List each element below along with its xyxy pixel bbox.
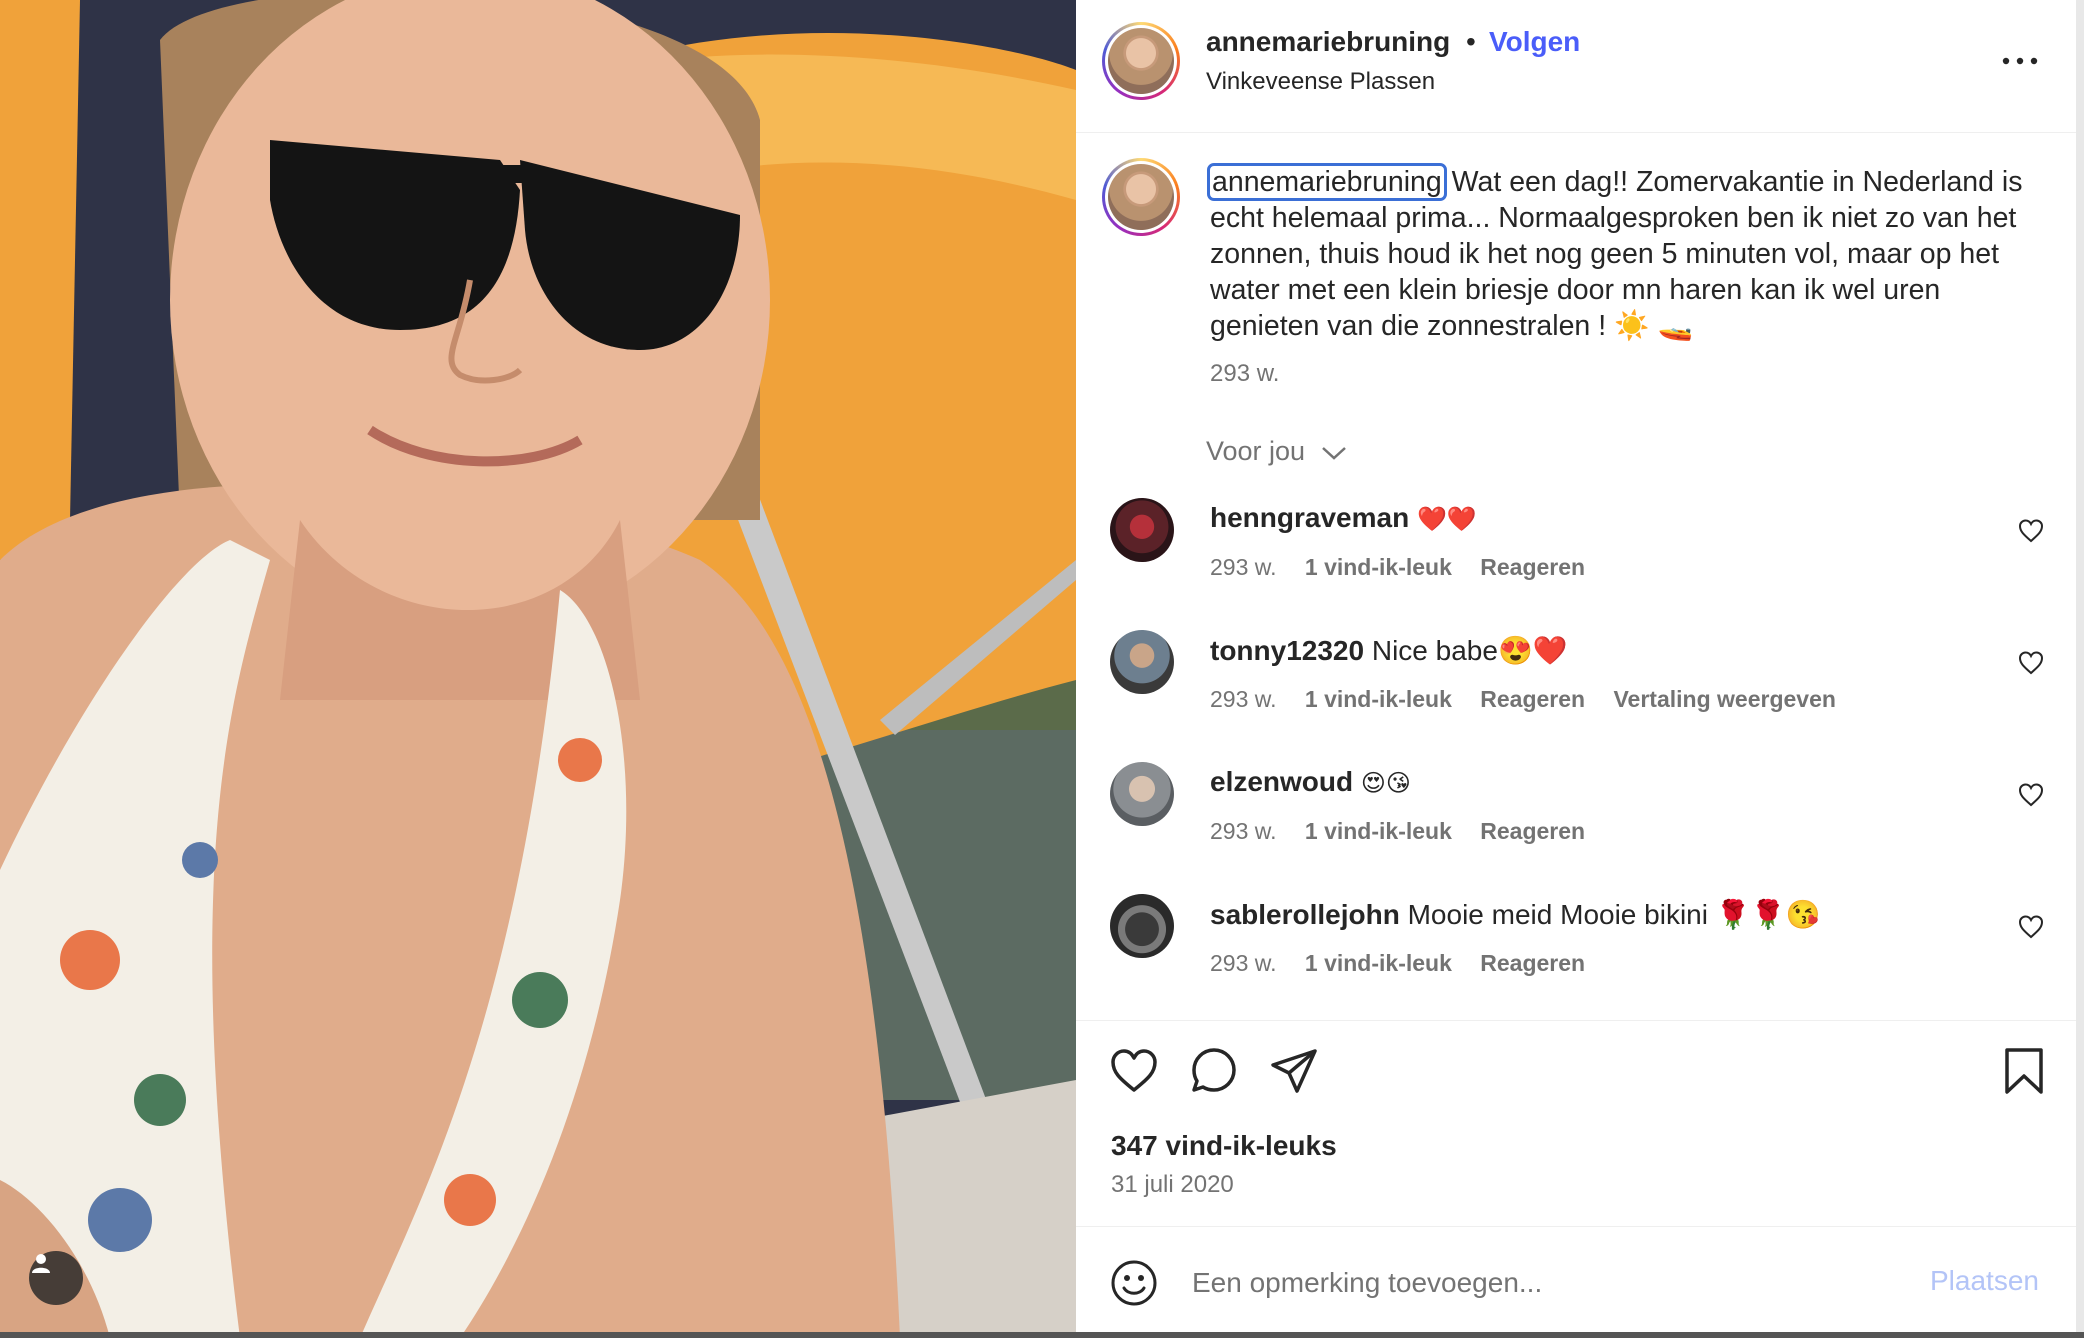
comment-item: tonny12320 Nice babe😍❤️ 293 w. 1 vind-ik… bbox=[1076, 630, 2076, 750]
comment-text: Nice babe😍❤️ bbox=[1371, 635, 1568, 666]
chevron-down-icon bbox=[1321, 446, 1346, 460]
commenter-avatar[interactable] bbox=[1110, 630, 1174, 694]
photo-illustration bbox=[0, 0, 1076, 1338]
comment-item: sablerollejohn Mooie meid Mooie bikini 🌹… bbox=[1076, 894, 2076, 1014]
reply-button[interactable]: Reageren bbox=[1480, 554, 1585, 580]
author-avatar[interactable] bbox=[1102, 22, 1180, 100]
comment-time: 293 w. bbox=[1210, 554, 1277, 580]
heart-icon[interactable] bbox=[1109, 1046, 1159, 1096]
comment-time: 293 w. bbox=[1210, 950, 1277, 976]
window-bottom-edge bbox=[0, 1332, 2084, 1338]
follow-button[interactable]: Volgen bbox=[1489, 26, 1580, 58]
post-location[interactable]: Vinkeveense Plassen bbox=[1206, 68, 1435, 96]
reply-button[interactable]: Reageren bbox=[1480, 950, 1585, 976]
post-comment-button[interactable]: Plaatsen bbox=[1930, 1265, 2039, 1297]
caption-avatar[interactable] bbox=[1102, 158, 1180, 236]
comment-likes[interactable]: 1 vind-ik-leuk bbox=[1305, 950, 1452, 976]
like-count[interactable]: 347 vind-ik-leuks bbox=[1111, 1130, 1337, 1162]
comment-username[interactable]: tonny12320 bbox=[1210, 635, 1364, 666]
sort-dropdown[interactable]: Voor jou bbox=[1206, 436, 1347, 467]
user-tag-button[interactable] bbox=[29, 1251, 83, 1305]
sort-label: Voor jou bbox=[1206, 436, 1306, 466]
heart-icon[interactable] bbox=[2018, 650, 2044, 676]
comment-time: 293 w. bbox=[1210, 818, 1277, 844]
post-photo bbox=[0, 0, 1076, 1338]
header-separator: • bbox=[1466, 26, 1476, 57]
commenter-avatar[interactable] bbox=[1110, 894, 1174, 958]
bookmark-icon[interactable] bbox=[1999, 1046, 2049, 1096]
comment-text-line: henngraveman ❤️❤️ bbox=[1210, 502, 1477, 534]
comments-section: annemariebruning Wat een dag!! Zomervaka… bbox=[1076, 132, 2076, 1020]
comment-time: 293 w. bbox=[1210, 686, 1277, 712]
translate-button[interactable]: Vertaling weergeven bbox=[1613, 686, 1835, 712]
heart-icon[interactable] bbox=[2018, 518, 2044, 544]
comment-text: 😍😘 bbox=[1360, 769, 1411, 797]
heart-icon[interactable] bbox=[2018, 914, 2044, 940]
window-edge bbox=[2076, 0, 2084, 1338]
comment-item: elzenwoud 😍😘 293 w. 1 vind-ik-leuk Reage… bbox=[1076, 762, 2076, 882]
comment-text: Mooie meid Mooie bikini 🌹🌹😘 bbox=[1407, 899, 1821, 930]
comment-meta: 293 w. 1 vind-ik-leuk Reageren bbox=[1210, 818, 1607, 845]
more-horizontal-icon[interactable] bbox=[2000, 44, 2040, 74]
caption-username[interactable]: annemariebruning bbox=[1207, 163, 1447, 201]
commenter-avatar[interactable] bbox=[1110, 762, 1174, 826]
comment-meta: 293 w. 1 vind-ik-leuk Reageren Vertaling… bbox=[1210, 686, 1858, 713]
comment-meta: 293 w. 1 vind-ik-leuk Reageren bbox=[1210, 950, 1607, 977]
comment-likes[interactable]: 1 vind-ik-leuk bbox=[1305, 686, 1452, 712]
heart-icon[interactable] bbox=[2018, 782, 2044, 808]
comment-text-line: tonny12320 Nice babe😍❤️ bbox=[1210, 634, 1568, 667]
comment-likes[interactable]: 1 vind-ik-leuk bbox=[1305, 554, 1452, 580]
comment-username[interactable]: elzenwoud bbox=[1210, 766, 1353, 797]
user-icon bbox=[32, 1254, 50, 1273]
comment-meta: 293 w. 1 vind-ik-leuk Reageren bbox=[1210, 554, 1607, 581]
add-comment-bar: Plaatsen bbox=[1076, 1226, 2076, 1333]
caption-timestamp: 293 w. bbox=[1210, 360, 1280, 387]
comment-likes[interactable]: 1 vind-ik-leuk bbox=[1305, 818, 1452, 844]
comment-text-line: sablerollejohn Mooie meid Mooie bikini 🌹… bbox=[1210, 898, 1820, 931]
comment-bubble-icon[interactable] bbox=[1189, 1046, 1239, 1096]
comment-username[interactable]: sablerollejohn bbox=[1210, 899, 1400, 930]
comment-item: henngraveman ❤️❤️ 293 w. 1 vind-ik-leuk … bbox=[1076, 498, 2076, 618]
post-header: annemariebruning • Volgen Vinkeveense Pl… bbox=[1076, 0, 2076, 133]
comment-input[interactable] bbox=[1190, 1257, 1874, 1309]
smiley-icon[interactable] bbox=[1110, 1259, 1158, 1307]
paper-plane-icon[interactable] bbox=[1269, 1046, 1319, 1096]
comment-username[interactable]: henngraveman bbox=[1210, 502, 1409, 533]
post-date: 31 juli 2020 bbox=[1111, 1171, 1234, 1198]
author-username[interactable]: annemariebruning bbox=[1206, 26, 1450, 58]
post-caption: annemariebruning Wat een dag!! Zomervaka… bbox=[1207, 163, 2030, 344]
comment-text-line: elzenwoud 😍😘 bbox=[1210, 766, 1411, 798]
commenter-avatar[interactable] bbox=[1110, 498, 1174, 562]
comment-text: ❤️❤️ bbox=[1416, 505, 1477, 533]
reply-button[interactable]: Reageren bbox=[1480, 818, 1585, 844]
reply-button[interactable]: Reageren bbox=[1480, 686, 1585, 712]
